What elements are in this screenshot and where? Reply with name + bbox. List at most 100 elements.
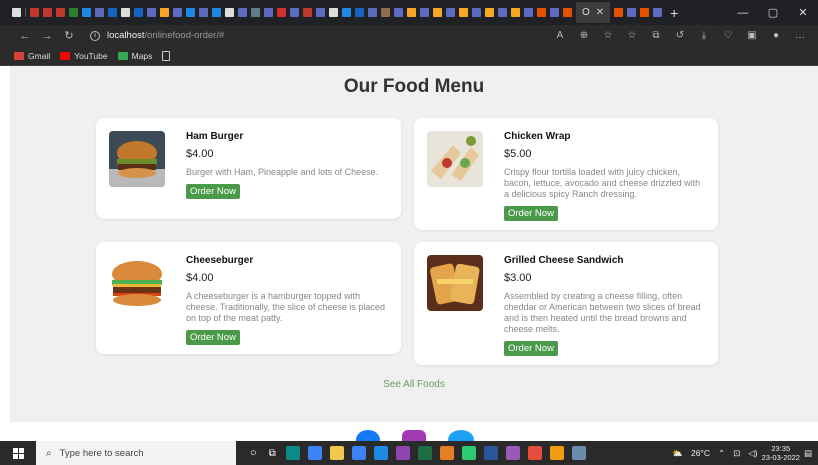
tab-favicon[interactable] [173, 8, 182, 17]
tab-favicon[interactable] [627, 8, 637, 17]
bookmark-maps[interactable]: Maps [117, 51, 152, 61]
tab-favicon[interactable] [394, 8, 403, 17]
tab-favicon[interactable] [134, 8, 143, 17]
address-bar[interactable]: i localhost/onlinefood-order/# [90, 30, 224, 41]
favorite-star-icon[interactable]: ☆ [596, 30, 620, 41]
tab-favicon[interactable] [121, 8, 130, 17]
tab-favicon[interactable] [95, 8, 104, 17]
tab-favicon[interactable] [407, 8, 416, 17]
mail-icon[interactable] [373, 446, 388, 460]
tab-favicon[interactable] [186, 8, 195, 17]
tab-favicon[interactable] [433, 8, 442, 17]
tab-favicon[interactable] [550, 8, 559, 17]
new-tab-button[interactable]: + [670, 5, 678, 21]
tab-favicon[interactable] [30, 8, 39, 17]
tab-favicon[interactable] [368, 8, 377, 17]
order-now-button[interactable]: Order Now [186, 184, 240, 199]
volume-icon[interactable]: ◁) [748, 448, 757, 459]
taskbar-search[interactable]: ⌕ Type here to search [36, 441, 236, 465]
word-icon[interactable] [483, 446, 498, 460]
tab-favicon[interactable] [56, 8, 65, 17]
app-icon[interactable] [527, 446, 542, 460]
tray-chevron-icon[interactable]: ⌃ [718, 448, 725, 459]
app-icon[interactable] [549, 446, 564, 460]
tab-favicon[interactable] [147, 8, 156, 17]
tab-favicon[interactable] [640, 8, 650, 17]
edge-icon[interactable] [285, 446, 300, 460]
clock[interactable]: 23:35 23-03-2022 [762, 444, 800, 462]
more-menu-icon[interactable]: … [788, 30, 812, 41]
tab-favicon[interactable] [653, 8, 663, 17]
tab-favicon[interactable] [524, 8, 533, 17]
close-window-icon[interactable]: ✕ [788, 6, 818, 19]
close-tab-icon[interactable]: ✕ [596, 7, 604, 18]
app-icon[interactable] [571, 446, 586, 460]
tab-favicon[interactable] [614, 8, 624, 17]
favorites-icon[interactable]: ☆ [620, 30, 644, 41]
info-icon[interactable]: i [90, 30, 100, 41]
tab-favicon[interactable] [472, 8, 481, 17]
tab-favicon[interactable] [485, 8, 494, 17]
bookmark-page[interactable] [162, 50, 174, 61]
history-icon[interactable]: ↺ [668, 30, 692, 41]
tab-favicon[interactable] [459, 8, 468, 17]
windows-start-icon[interactable] [0, 447, 36, 459]
tab-favicon[interactable] [225, 8, 234, 17]
app-icon[interactable] [505, 446, 520, 460]
order-now-button[interactable]: Order Now [186, 330, 240, 345]
tab-favicon[interactable] [264, 8, 273, 17]
weather-icon[interactable]: ⛅ [672, 448, 683, 459]
app-icon[interactable] [351, 446, 366, 460]
tab-favicon[interactable] [511, 8, 520, 17]
temperature[interactable]: 26°C [691, 448, 710, 458]
screenshot-icon[interactable]: ▣ [740, 30, 764, 41]
collections-icon[interactable]: ⧉ [644, 30, 668, 41]
see-all-foods-link[interactable]: See All Foods [10, 379, 818, 390]
tab-favicon[interactable] [43, 8, 52, 17]
tab-favicon[interactable] [381, 8, 390, 17]
tab-favicon[interactable] [238, 8, 247, 17]
order-now-button[interactable]: Order Now [504, 341, 558, 356]
tab-favicon[interactable] [329, 8, 338, 17]
task-view-icon[interactable]: ⧉ [269, 448, 276, 459]
app-icon[interactable] [395, 446, 410, 460]
tab-favicon[interactable] [446, 8, 455, 17]
reload-icon[interactable]: ↻ [58, 29, 80, 42]
tab-favicon[interactable] [563, 8, 572, 17]
app-icon[interactable] [307, 446, 322, 460]
tab-favicon[interactable] [108, 8, 117, 17]
cortana-icon[interactable]: ○ [250, 447, 257, 459]
bookmark-youtube[interactable]: YouTube [60, 51, 108, 61]
back-icon[interactable]: ← [14, 30, 36, 42]
tab-favicon[interactable] [251, 8, 260, 17]
read-aloud-icon[interactable]: A [548, 30, 572, 41]
profile-avatar-icon[interactable]: ● [764, 30, 788, 41]
forward-icon[interactable]: → [36, 30, 58, 42]
tab-favicon[interactable] [199, 8, 208, 17]
extensions-icon[interactable]: ♡ [716, 30, 740, 41]
zoom-icon[interactable]: ⊕ [572, 30, 596, 41]
tab-favicon[interactable] [82, 8, 91, 17]
tab-favicon[interactable] [537, 8, 546, 17]
chrome-icon[interactable] [461, 446, 476, 460]
tab-favicon[interactable] [277, 8, 286, 17]
tab-favicon[interactable] [69, 8, 78, 17]
tab-favicon[interactable] [498, 8, 507, 17]
tab-favicon[interactable] [420, 8, 429, 17]
order-now-button[interactable]: Order Now [504, 206, 558, 221]
tab-actions-icon[interactable] [12, 8, 21, 17]
tab-favicon[interactable] [290, 8, 299, 17]
bookmark-gmail[interactable]: Gmail [14, 51, 50, 61]
app-icon[interactable] [439, 446, 454, 460]
notifications-icon[interactable]: ▤ [804, 448, 812, 459]
tab-favicon[interactable] [342, 8, 351, 17]
file-explorer-icon[interactable] [329, 446, 344, 460]
tab-favicon[interactable] [355, 8, 364, 17]
tab-favicon[interactable] [212, 8, 221, 17]
active-tab[interactable]: O ✕ [576, 2, 611, 23]
restore-icon[interactable]: ▢ [758, 6, 788, 19]
network-icon[interactable]: ⊡ [733, 448, 740, 459]
minimize-icon[interactable]: — [728, 7, 758, 19]
tab-favicon[interactable] [160, 8, 169, 17]
downloads-icon[interactable]: ⤓ [692, 30, 716, 41]
